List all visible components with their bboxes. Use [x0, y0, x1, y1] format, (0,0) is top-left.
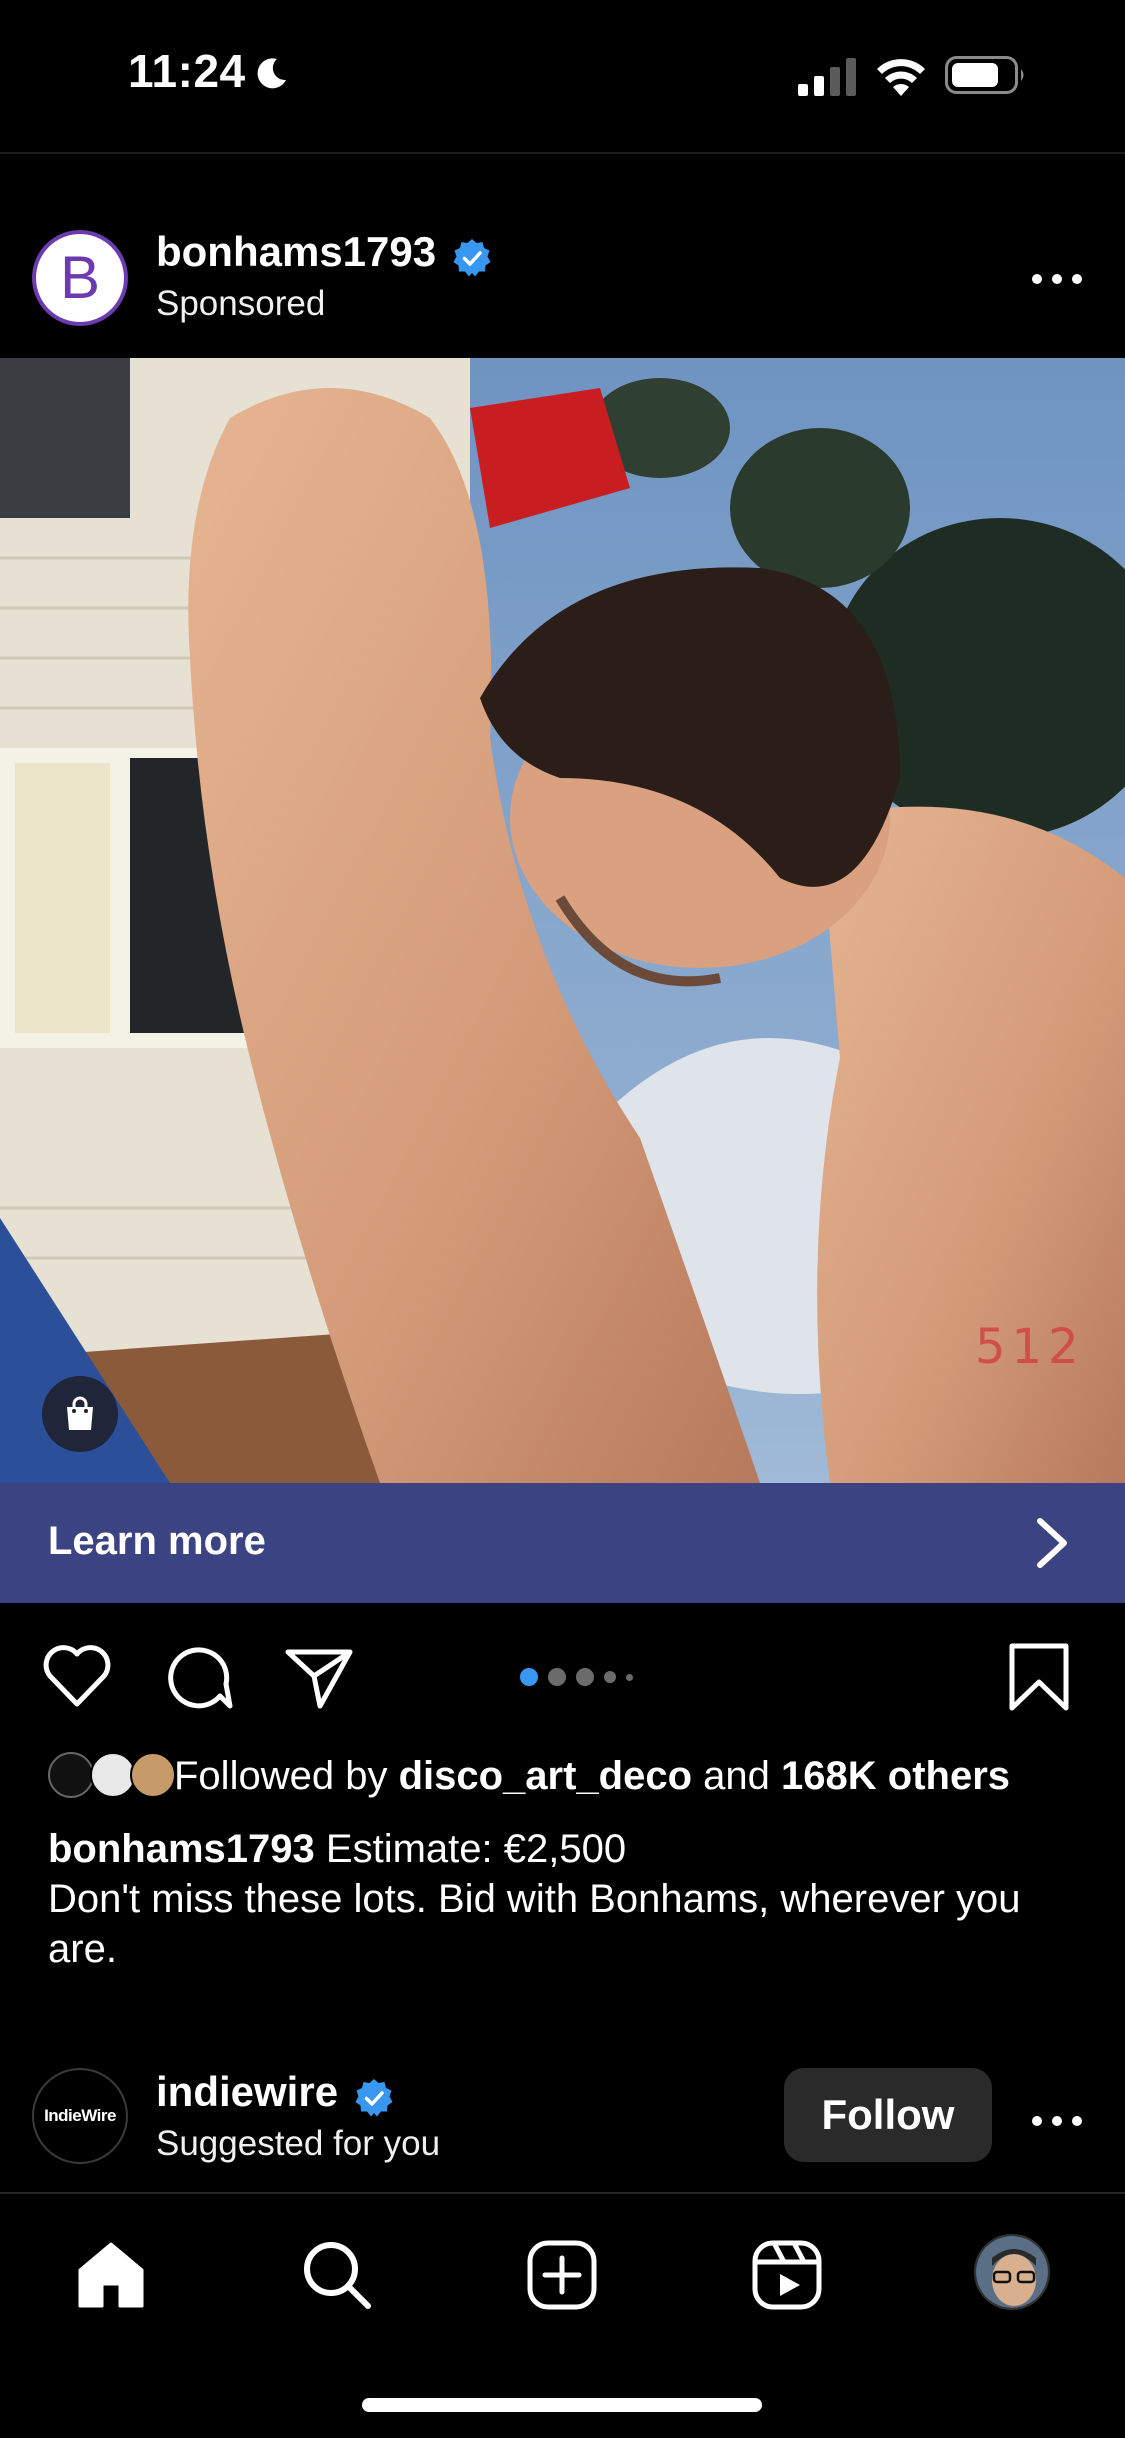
post-avatar[interactable]: B: [32, 230, 128, 326]
post-actions: [0, 1640, 1125, 1720]
shopping-bag-icon: [67, 1396, 93, 1430]
followed-by-and: and: [703, 1754, 770, 1798]
carousel-dot: [548, 1668, 566, 1686]
followed-by-user[interactable]: disco_art_deco: [399, 1754, 692, 1798]
status-time: 11:24: [128, 45, 246, 97]
save-bookmark-icon[interactable]: [1002, 1640, 1076, 1714]
followed-by-row[interactable]: Followed by disco_art_deco and 168K othe…: [48, 1748, 1108, 1808]
reels-icon[interactable]: [750, 2238, 824, 2312]
learn-more-label: Learn more: [48, 1519, 266, 1563]
follow-button[interactable]: Follow: [784, 2068, 992, 2162]
suggested-post-header: IndieWire indiewire Suggested for you Fo…: [0, 2060, 1125, 2190]
follower-avatar: [48, 1752, 94, 1798]
create-post-icon[interactable]: [525, 2238, 599, 2312]
post-username[interactable]: bonhams1793: [156, 228, 436, 276]
more-options-icon[interactable]: [1030, 272, 1084, 286]
suggested-username[interactable]: indiewire: [156, 2068, 338, 2116]
home-indicator: [362, 2398, 762, 2412]
home-icon[interactable]: [74, 2238, 148, 2312]
followed-by-prefix: Followed by: [174, 1754, 388, 1798]
post-caption: bonhams1793 Estimate: €2,500 Don't miss …: [48, 1824, 1088, 1974]
carousel-dot: [576, 1668, 594, 1686]
indiewire-avatar[interactable]: IndieWire: [32, 2068, 128, 2164]
post-media-image[interactable]: 512: [0, 358, 1125, 1483]
carousel-dot: [604, 1671, 616, 1683]
follower-avatar: [130, 1752, 176, 1798]
status-bar: 11:24: [0, 0, 1125, 150]
avatar-letter: B: [59, 244, 101, 311]
more-options-icon[interactable]: [1030, 2114, 1084, 2128]
followed-by-text: Followed by disco_art_deco and 168K othe…: [174, 1754, 1010, 1799]
photo-date-stamp: 512: [975, 1319, 1085, 1375]
signal-icon: [798, 58, 856, 96]
share-send-icon[interactable]: [282, 1640, 356, 1714]
indiewire-avatar-text: IndieWire: [44, 2106, 116, 2125]
caption-estimate: Estimate: €2,500: [325, 1827, 627, 1871]
learn-more-button[interactable]: Learn more: [0, 1483, 1125, 1603]
verified-badge-icon: [453, 239, 491, 277]
followed-by-others[interactable]: 168K others: [781, 1754, 1010, 1798]
wifi-icon: [877, 59, 925, 96]
profile-avatar[interactable]: [974, 2234, 1050, 2310]
top-divider: [0, 152, 1125, 154]
caption-body: Don't miss these lots. Bid with Bonhams,…: [48, 1877, 1021, 1971]
like-heart-icon[interactable]: [40, 1640, 114, 1714]
suggested-for-you-label: Suggested for you: [156, 2124, 441, 2163]
carousel-dot: [626, 1673, 633, 1681]
carousel-dot-active: [520, 1668, 538, 1686]
battery-icon: [945, 56, 1024, 94]
shopping-bag-button[interactable]: [42, 1376, 118, 1452]
photo-illustration: 512: [0, 358, 1125, 1483]
post-sponsored-label: Sponsored: [156, 284, 326, 323]
chevron-right-icon: [1037, 1518, 1067, 1568]
carousel-indicator: [520, 1662, 633, 1692]
verified-badge-icon: [355, 2079, 393, 2117]
moon-icon: [257, 58, 286, 89]
search-icon[interactable]: [300, 2238, 374, 2312]
caption-username[interactable]: bonhams1793: [48, 1827, 315, 1871]
post-header: B bonhams1793 Sponsored: [0, 220, 1125, 350]
profile-photo: [976, 2236, 1048, 2308]
comment-icon[interactable]: [160, 1640, 234, 1714]
